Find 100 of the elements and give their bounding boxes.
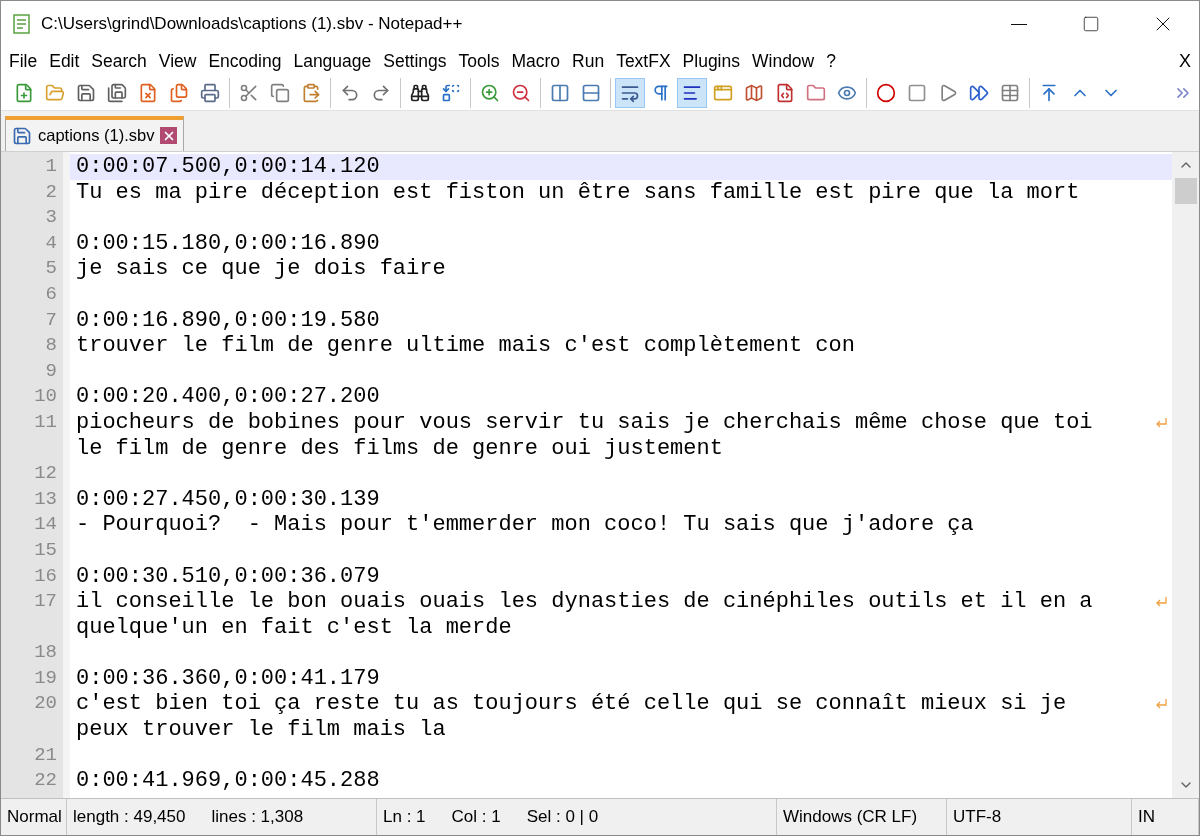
menu-item[interactable]: Window [746, 47, 821, 76]
line-number: 16 [34, 563, 57, 589]
line-number: 2 [45, 179, 57, 205]
minimize-icon [1011, 23, 1027, 25]
cut-icon [239, 83, 259, 103]
save-all-icon [107, 83, 127, 103]
code-line: piocheurs de bobines pour vous servir tu sais je cherchais même chose que toi [76, 409, 1093, 435]
table-icon [1000, 83, 1020, 103]
folder-icon [806, 83, 826, 103]
code-line: 0:00:16.890,0:00:19.580 [76, 307, 380, 333]
find-icon [410, 83, 430, 103]
new-file-icon [14, 83, 34, 103]
file-tab[interactable]: captions (1).sbv [5, 116, 185, 151]
line-number: 8 [45, 333, 57, 359]
code-line: trouver le film de genre ultime mais c'est complètement con [76, 333, 855, 359]
word-wrap-icon [620, 83, 640, 103]
menu-item[interactable]: Tools [452, 47, 506, 76]
status-text: UTF-8 [953, 807, 1002, 827]
menu-item[interactable]: Macro [505, 47, 566, 76]
status-text: Ln : 1 [383, 807, 426, 827]
eye-icon [837, 83, 857, 103]
menu-item[interactable]: TextFX [610, 47, 677, 76]
play-icon [938, 83, 958, 103]
line-number: 10 [34, 384, 57, 410]
line-number: 1 [45, 154, 57, 179]
menu-item[interactable]: File [3, 47, 44, 76]
indent-guide-button[interactable] [677, 78, 707, 108]
pilcrow-icon [651, 83, 671, 103]
status-text: lines : 1,308 [211, 807, 304, 827]
line-number: 20 [34, 691, 57, 717]
line-number: 17 [34, 589, 57, 615]
menu-item[interactable]: Settings [377, 47, 453, 76]
print-icon [200, 83, 220, 103]
code-line: 0:00:07.500,0:00:14.120 [76, 154, 380, 179]
line-number: 3 [45, 205, 57, 231]
code-line: c'est bien toi ça reste tu as toujours été celle qui se connaît mieux si je [76, 691, 1067, 717]
app-icon [11, 13, 33, 35]
tab-close-icon[interactable] [160, 127, 178, 144]
line-number: 11 [34, 409, 57, 435]
sync-horizontal-icon [581, 83, 601, 103]
status-text: length : 49,450 [73, 807, 186, 827]
function-list-icon [775, 83, 795, 103]
undo-icon [340, 83, 360, 103]
stop-icon [907, 83, 927, 103]
menu-item[interactable]: Edit [43, 47, 86, 76]
map-icon [744, 83, 764, 103]
menu-item[interactable]: Encoding [202, 47, 288, 76]
status-text: IN [1138, 807, 1155, 827]
replace-icon [441, 83, 461, 103]
code-line: 0:00:20.400,0:00:27.200 [76, 384, 380, 410]
menu-item[interactable]: Language [287, 47, 378, 76]
line-number: 19 [34, 665, 57, 691]
save-icon [76, 83, 96, 103]
zoom-out-icon [511, 83, 531, 103]
arrow-up-to-line-icon [1039, 83, 1059, 103]
code-line: 0:00:15.180,0:00:16.890 [76, 230, 380, 256]
redo-icon [371, 83, 391, 103]
line-number: 5 [45, 256, 57, 282]
line-number: 14 [34, 512, 57, 538]
status-text: Sel : 0 | 0 [526, 807, 599, 827]
close-document-button[interactable]: X [1171, 51, 1199, 72]
code-line: - Pourquoi? - Mais pour t'emmerder mon coco! Tu sais que j'adore ça [76, 512, 974, 538]
line-number: 9 [45, 358, 57, 384]
close-all-icon [169, 83, 189, 103]
menu-item[interactable]: View [152, 47, 203, 76]
indent-guide-icon [682, 83, 702, 103]
wrap-marker-icon [1154, 415, 1168, 430]
code-line: 0:00:36.360,0:00:41.179 [76, 665, 380, 691]
line-number: 15 [34, 537, 57, 563]
sync-vertical-icon [550, 83, 570, 103]
paste-icon [301, 83, 321, 103]
code-line: 0:00:41.969,0:00:45.288 [76, 768, 380, 794]
line-number: 6 [45, 281, 57, 307]
status-text: Windows (CR LF) [783, 807, 918, 827]
code-line: quelque'un en fait c'est la merde [76, 614, 512, 640]
window-title: C:\Users\grind\Downloads\captions (1).sbv - Notepad++ [41, 14, 464, 34]
code-line: 0:00:30.510,0:00:36.079 [76, 563, 380, 589]
open-folder-icon [45, 83, 65, 103]
zoom-in-icon [480, 83, 500, 103]
line-number: 22 [34, 768, 57, 794]
code-line: le film de genre des films de genre oui justement [76, 435, 723, 461]
menu-item[interactable]: Search [85, 47, 153, 76]
code-line: 0:00:27.450,0:00:30.139 [76, 486, 380, 512]
save-icon [12, 125, 32, 146]
code-line: je sais ce que je dois faire [76, 256, 446, 282]
word-wrap-button[interactable] [615, 78, 645, 108]
code-line: Tu es ma pire déception est fiston un être sans famille est pire que la mort [76, 179, 1080, 205]
scrollbar-thumb[interactable] [1174, 178, 1197, 204]
maximize-icon [1082, 15, 1100, 33]
line-number: 18 [34, 640, 57, 666]
menu-item[interactable]: Plugins [676, 47, 746, 76]
menu-item[interactable]: ? [820, 47, 842, 76]
code-line: il conseille le bon ouais ouais les dynasties de cinéphiles outils et il en a [76, 589, 1093, 615]
window-icon [713, 83, 733, 103]
line-number: 12 [34, 461, 57, 487]
copy-icon [270, 83, 290, 103]
menu-item[interactable]: Run [566, 47, 611, 76]
line-number: 4 [45, 230, 57, 256]
status-text: Normal [7, 807, 62, 827]
code-line: peux trouver le film mais la [76, 717, 446, 743]
